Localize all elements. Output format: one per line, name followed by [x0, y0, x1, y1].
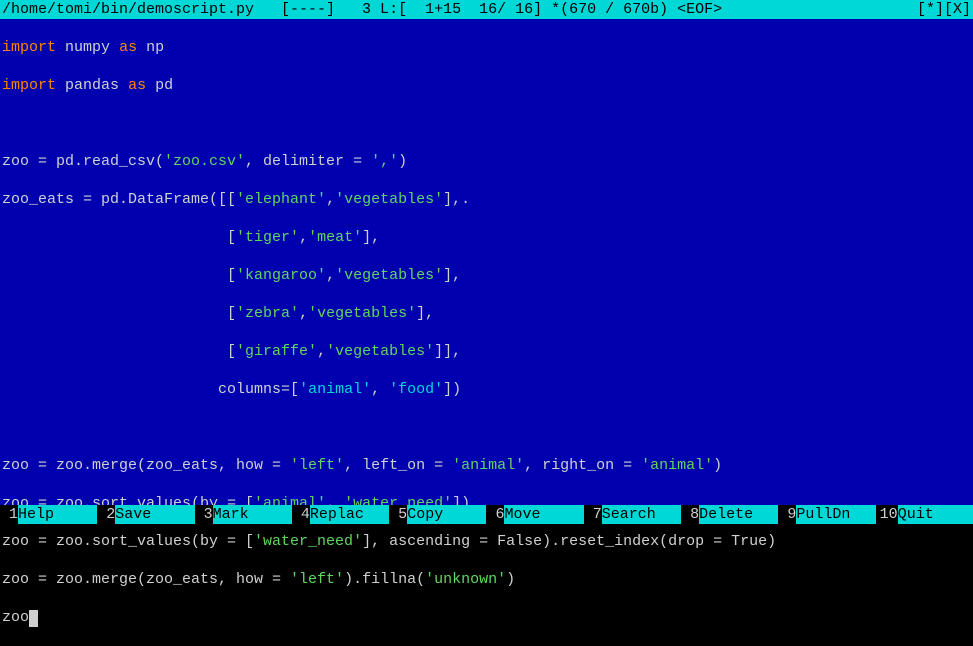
- fkey-replace[interactable]: 4Replac: [292, 505, 389, 524]
- fkey-delete[interactable]: 8Delete: [681, 505, 778, 524]
- code-line: ['tiger','meat'],: [2, 228, 971, 247]
- code-line: import pandas as pd: [2, 76, 971, 95]
- function-key-bar: 1Help 2Save 3Mark 4Replac 5Copy 6Move 7S…: [0, 505, 973, 524]
- code-line: ['giraffe','vegetables']],: [2, 342, 971, 361]
- fkey-pulldn[interactable]: 9PullDn: [778, 505, 875, 524]
- file-path-status: /home/tomi/bin/demoscript.py [----] 3 L:…: [2, 0, 722, 19]
- fkey-search[interactable]: 7Search: [584, 505, 681, 524]
- code-line: zoo_eats = pd.DataFrame([['elephant','ve…: [2, 190, 971, 209]
- code-line: zoo = zoo.sort_values(by = ['water_need'…: [2, 532, 971, 551]
- code-line: zoo = zoo.merge(zoo_eats, how = 'left', …: [2, 456, 971, 475]
- code-line: zoo: [2, 608, 971, 627]
- fkey-save[interactable]: 2Save: [97, 505, 194, 524]
- code-line: ['zebra','vegetables'],: [2, 304, 971, 323]
- editor-area[interactable]: import numpy as np import pandas as pd z…: [0, 19, 973, 505]
- code-line: ['kangaroo','vegetables'],: [2, 266, 971, 285]
- fkey-help[interactable]: 1Help: [0, 505, 97, 524]
- code-line: zoo = zoo.merge(zoo_eats, how = 'left').…: [2, 570, 971, 589]
- code-line: [2, 418, 971, 437]
- text-cursor: [29, 610, 38, 627]
- fkey-quit[interactable]: 10Quit: [876, 505, 973, 524]
- code-line: zoo = pd.read_csv('zoo.csv', delimiter =…: [2, 152, 971, 171]
- fkey-move[interactable]: 6Move: [486, 505, 583, 524]
- fkey-copy[interactable]: 5Copy: [389, 505, 486, 524]
- title-bar: /home/tomi/bin/demoscript.py [----] 3 L:…: [0, 0, 973, 19]
- fkey-mark[interactable]: 3Mark: [195, 505, 292, 524]
- code-line: columns=['animal', 'food']): [2, 380, 971, 399]
- code-line: [2, 114, 971, 133]
- window-controls[interactable]: [*][X]: [917, 0, 971, 19]
- code-line: import numpy as np: [2, 38, 971, 57]
